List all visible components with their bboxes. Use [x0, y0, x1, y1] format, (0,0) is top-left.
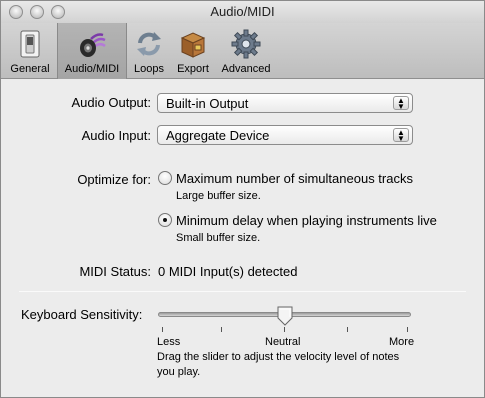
slider-tick [284, 327, 285, 332]
slider-tick [162, 327, 163, 332]
radio-min-delay[interactable] [158, 213, 172, 227]
option-max-tracks-sub: Large buffer size. [176, 190, 261, 202]
tab-general-label: General [10, 63, 50, 75]
audio-output-label: Audio Output: [71, 95, 152, 110]
radio-max-tracks[interactable] [158, 171, 172, 185]
slider-thumb[interactable] [277, 306, 293, 326]
slider-help-line2: you play. [157, 366, 201, 378]
audio-input-value: Aggregate Device [166, 128, 270, 143]
popup-arrows-icon: ▲ ▼ [393, 96, 409, 111]
gear-icon [231, 29, 261, 59]
slider-mid-label: Neutral [265, 336, 301, 348]
tab-loops[interactable]: Loops [129, 23, 169, 79]
audio-speaker-icon [80, 33, 106, 57]
optimize-label: Optimize for: [77, 172, 151, 187]
audio-input-popup[interactable]: Aggregate Device ▲ ▼ [157, 125, 413, 145]
tab-general[interactable]: General [5, 23, 55, 79]
option-max-tracks-label: Maximum number of simultaneous tracks [176, 171, 413, 186]
preferences-toolbar: General Audio/MIDI Loops Export Advanced [1, 23, 484, 79]
tab-advanced[interactable]: Advanced [217, 23, 275, 79]
midi-status-value: 0 MIDI Input(s) detected [158, 264, 298, 279]
slider-min-label: Less [157, 336, 181, 348]
audio-input-label: Audio Input: [81, 128, 151, 143]
tab-export-label: Export [177, 63, 209, 75]
option-min-delay-label: Minimum delay when playing instruments l… [176, 213, 437, 228]
audio-output-popup[interactable]: Built-in Output ▲ ▼ [157, 93, 413, 113]
slider-max-label: More [389, 336, 415, 348]
slider-help-line1: Drag the slider to adjust the velocity l… [157, 351, 400, 363]
tab-audio-midi-label: Audio/MIDI [64, 63, 120, 75]
popup-arrows-icon: ▲ ▼ [393, 128, 409, 143]
title-bar: Audio/MIDI [1, 1, 484, 23]
export-box-icon [180, 32, 206, 58]
switch-icon [20, 30, 40, 58]
tab-advanced-label: Advanced [221, 63, 271, 75]
slider-tick [221, 327, 222, 332]
loops-icon [137, 32, 161, 56]
preferences-window: Audio/MIDI General Audio/MIDI Loops Expo… [0, 0, 485, 398]
keyboard-sensitivity-label: Keyboard Sensitivity: [21, 307, 143, 322]
tab-export[interactable]: Export [171, 23, 215, 79]
tab-loops-label: Loops [134, 63, 164, 75]
slider-tick [407, 327, 408, 332]
slider-tick [347, 327, 348, 332]
window-title: Audio/MIDI [210, 4, 275, 19]
separator [19, 291, 466, 292]
tab-audio-midi[interactable]: Audio/MIDI [57, 23, 127, 79]
option-min-delay-sub: Small buffer size. [176, 232, 261, 244]
midi-status-label: MIDI Status: [79, 264, 151, 279]
audio-output-value: Built-in Output [166, 96, 249, 111]
